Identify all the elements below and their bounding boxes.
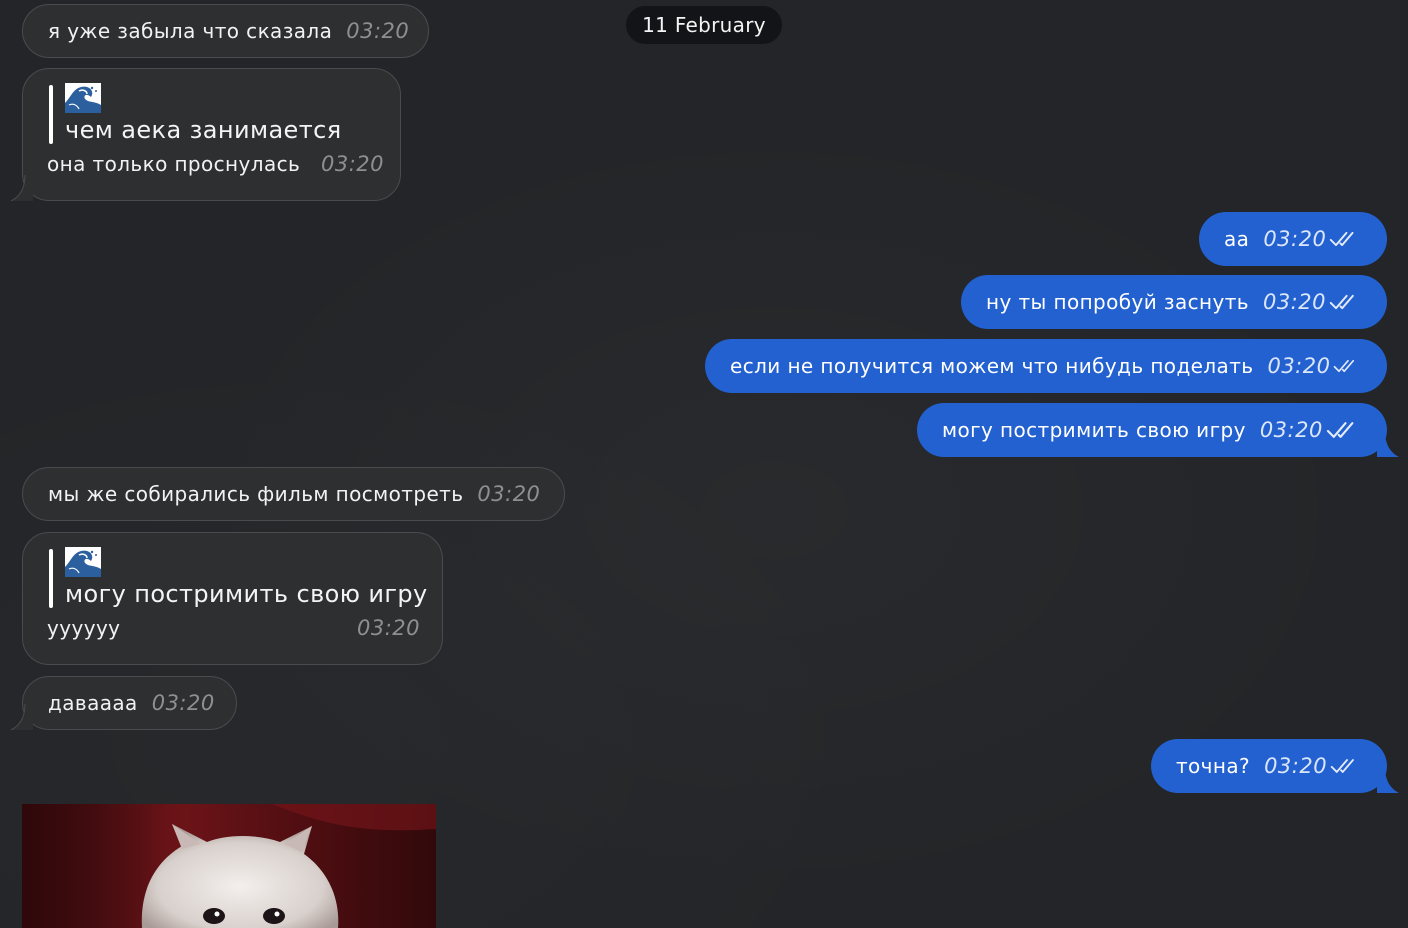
outgoing-message[interactable]: точна? 03:20 [1151,739,1387,793]
wave-emoji-icon [65,547,101,577]
message-text: если не получится можем что нибудь подел… [730,354,1254,378]
bubble-tail [1375,767,1401,793]
kitten-image [22,804,436,928]
reply-quote[interactable]: могу постримить свою игру [49,547,428,608]
incoming-message[interactable]: я уже забыла что сказала 03:20 [22,4,429,58]
message-time: 03:20 [346,19,410,43]
message-text: мы же собирались фильм посмотреть [48,482,464,506]
message-text: аа [1224,227,1250,251]
outgoing-message[interactable]: могу постримить свою игру 03:20 [917,403,1387,457]
message-time: 03:20 [1263,227,1327,251]
message-time: 03:20 [356,616,420,640]
message-text: могу постримить свою игру [942,418,1246,442]
message-time: 03:20 [1264,754,1328,778]
incoming-message[interactable]: даваааа 03:20 [22,676,237,730]
message-text: уууууу [47,616,121,640]
message-time: 03:20 [151,691,215,715]
bubble-tail [1375,431,1401,457]
double-check-icon [1330,756,1359,776]
reply-bar [49,549,53,608]
outgoing-message[interactable]: аа 03:20 [1199,212,1387,266]
double-check-icon [1329,292,1359,312]
message-text: даваааа [48,691,138,715]
double-check-icon [1333,356,1359,376]
outgoing-message[interactable]: ну ты попробуй заснуть 03:20 [961,275,1387,329]
message-time: 03:20 [1267,354,1331,378]
message-time: 03:20 [477,482,541,506]
double-check-icon [1326,420,1359,440]
message-time: 03:20 [1262,290,1326,314]
date-divider: 11 February [626,6,782,44]
reply-quote[interactable]: чем аека занимается [49,83,378,144]
incoming-message[interactable]: мы же собирались фильм посмотреть 03:20 [22,467,565,521]
bubble-tail [9,175,35,201]
message-time: 03:20 [320,152,384,176]
bubble-tail [9,704,35,730]
reply-text: могу постримить свою игру [65,580,428,608]
incoming-message-with-reply[interactable]: могу постримить свою игру уууууу 03:20 [22,532,443,665]
reply-bar [49,85,53,144]
message-text: точна? [1176,754,1251,778]
message-text: она только проснулась [47,152,301,176]
incoming-message-with-reply[interactable]: чем аека занимается она только проснулас… [22,68,401,201]
outgoing-message[interactable]: если не получится можем что нибудь подел… [705,339,1387,393]
wave-emoji-icon [65,83,101,113]
reply-text: чем аека занимается [65,116,342,144]
photo-message[interactable] [22,804,436,928]
message-text: я уже забыла что сказала [48,19,333,43]
double-check-icon [1329,229,1359,249]
message-time: 03:20 [1259,418,1323,442]
message-text: ну ты попробуй заснуть [986,290,1249,314]
